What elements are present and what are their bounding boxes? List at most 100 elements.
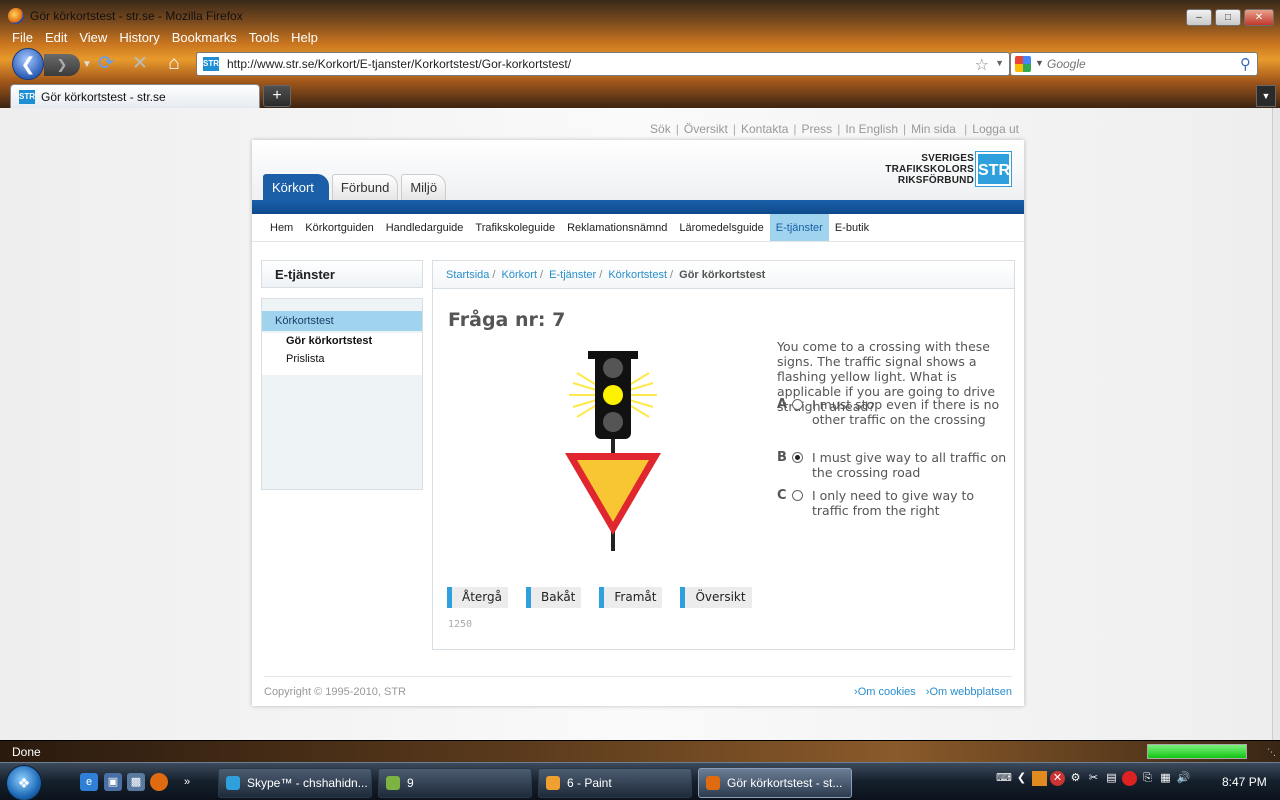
url-dropdown-icon[interactable]: ▼ [995,58,1004,68]
overview-button[interactable]: Översikt [680,587,752,608]
forward-button[interactable]: ❯ [44,54,80,76]
address-bar[interactable]: STR http://www.str.se/Korkort/E-tjanster… [196,52,1010,76]
keyboard-icon[interactable]: ⌨ [996,771,1012,786]
paint-icon [546,776,560,790]
minimize-button[interactable]: – [1186,9,1212,26]
link-min-sida[interactable]: Min sida [911,122,956,136]
answer-option-c[interactable]: C I only need to give way to traffic fro… [777,488,1007,520]
link-press[interactable]: Press [802,122,833,136]
next-button[interactable]: Framåt [599,587,663,608]
stop-icon[interactable]: ✕ [128,52,152,76]
tab-korkort[interactable]: Körkort [263,174,329,200]
subnav-reklamationsnamnd[interactable]: Reklamationsnämnd [561,214,673,241]
return-button[interactable]: Återgå [447,587,508,608]
back-button[interactable]: ❮ [12,48,44,80]
tray-app-icon[interactable] [1032,771,1047,786]
menu-file[interactable]: File [6,29,39,47]
firefox-logo-icon [8,8,24,24]
vertical-scrollbar[interactable] [1272,108,1280,740]
history-dropdown-icon[interactable]: ▼ [82,54,92,76]
tray-app-icon-3[interactable]: ✂ [1086,771,1101,786]
previous-button[interactable]: Bakåt [526,587,582,608]
tab-active[interactable]: STR Gör körkortstest - str.se [10,84,260,108]
close-button[interactable]: ✕ [1244,9,1274,26]
crumb-startsida[interactable]: Startsida [446,269,489,281]
tray-app-icon-6[interactable]: ⎘ [1140,771,1155,786]
subnav-korkortguiden[interactable]: Körkortguiden [299,214,380,241]
subnav-e-tjanster[interactable]: E-tjänster [769,214,829,241]
tray-app-icon-5[interactable] [1122,771,1137,786]
taskbar-item-paint[interactable]: 6 - Paint [538,768,692,798]
footer-link-cookies[interactable]: Om cookies [854,686,916,698]
option-a-radio[interactable] [792,399,803,410]
page-load-progress [1147,744,1247,759]
taskbar-item-folder[interactable]: 9 [378,768,532,798]
link-oversikt[interactable]: Översikt [684,122,728,136]
link-sok[interactable]: Sök [650,122,671,136]
tray-app-icon-2[interactable]: ⚙ [1068,771,1083,786]
new-tab-button[interactable]: + [263,85,291,107]
menu-help[interactable]: Help [285,29,324,47]
more-quicklaunch-icon[interactable]: » [178,773,196,791]
crumb-korkortstest[interactable]: Körkortstest [608,269,667,281]
resize-grip-icon[interactable]: ⋱ [1267,747,1276,758]
title-bar: Gör körkortstest - str.se - Mozilla Fire… [0,0,1280,28]
option-c-radio[interactable] [792,490,803,501]
skype-icon [226,776,240,790]
show-desktop-icon[interactable]: ▣ [104,773,122,791]
status-text: Done [12,745,41,759]
crumb-e-tjanster[interactable]: E-tjänster [549,269,596,281]
taskbar-item-firefox[interactable]: Gör körkortstest - st... [698,768,852,798]
menu-view[interactable]: View [73,29,113,47]
maximize-button[interactable]: □ [1215,9,1241,26]
sidebar-item-korkortstest[interactable]: Körkortstest [262,311,422,331]
start-button[interactable]: ❖ [6,765,42,800]
subnav-e-butik[interactable]: E-butik [829,214,875,241]
answer-option-b[interactable]: B I must give way to all traffic on the … [777,450,1007,482]
subnav-trafikskoleguide[interactable]: Trafikskoleguide [469,214,561,241]
question-nav-buttons: Återgå Bakåt Framåt Översikt [447,587,752,608]
link-in-english[interactable]: In English [845,122,898,136]
menu-bookmarks[interactable]: Bookmarks [166,29,243,47]
tray-expand-icon[interactable]: ❮ [1014,771,1029,786]
volume-icon[interactable]: 🔊 [1176,771,1191,786]
sidebar-item-prislista[interactable]: Prislista [262,351,422,375]
link-kontakta[interactable]: Kontakta [741,122,788,136]
link-logga-ut[interactable]: Logga ut [972,122,1019,136]
taskbar-clock[interactable]: 8:47 PM [1222,775,1267,789]
search-bar[interactable]: ▼ ⚲ [1010,52,1258,76]
tray-app-icon-4[interactable]: ▤ [1104,771,1119,786]
subnav-laromedelsguide[interactable]: Läromedelsguide [673,214,769,241]
option-b-radio[interactable] [792,452,803,463]
sidebar: Körkortstest Gör körkortstest Prislista [261,298,423,490]
reload-icon[interactable]: ⟳ [94,52,118,76]
footer-link-webbplatsen[interactable]: Om webbplatsen [926,686,1012,698]
crumb-korkort[interactable]: Körkort [502,269,537,281]
subnav-hem[interactable]: Hem [264,214,299,241]
switch-windows-icon[interactable]: ▩ [127,773,145,791]
url-text[interactable]: http://www.str.se/Korkort/E-tjanster/Kor… [227,57,571,71]
search-icon[interactable]: ⚲ [1240,55,1251,73]
tab-miljo[interactable]: Miljö [401,174,447,200]
home-icon[interactable]: ⌂ [162,52,186,76]
antivirus-icon[interactable]: ✕ [1050,771,1065,786]
menu-history[interactable]: History [113,29,165,47]
list-all-tabs-icon[interactable]: ▼ [1256,85,1276,107]
taskbar-item-skype[interactable]: Skype™ - chshahidn... [218,768,372,798]
site-container: Körkort Förbund Miljö SVERIGES TRAFIKSKO… [252,140,1024,706]
bookmark-star-icon[interactable]: ☆ [975,55,989,75]
tab-forbund[interactable]: Förbund [331,174,399,200]
menu-tools[interactable]: Tools [243,29,285,47]
ie-icon[interactable]: e [80,773,98,791]
str-logo[interactable]: SVERIGES TRAFIKSKOLORS RIKSFÖRBUND STR [885,151,1012,187]
subnav-handledarguide[interactable]: Handledarguide [380,214,470,241]
answer-option-a[interactable]: A I must stop even if there is no other … [777,397,1007,443]
traffic-sign-image [565,351,661,551]
search-engine-dropdown-icon[interactable]: ▼ [1035,58,1044,68]
menu-edit[interactable]: Edit [39,29,73,47]
firefox-icon[interactable] [150,773,168,791]
search-input[interactable] [1047,55,1227,73]
network-icon[interactable]: ▦ [1158,771,1173,786]
google-icon[interactable] [1015,56,1031,72]
sidebar-item-gor-korkortstest[interactable]: Gör körkortstest [262,333,422,351]
